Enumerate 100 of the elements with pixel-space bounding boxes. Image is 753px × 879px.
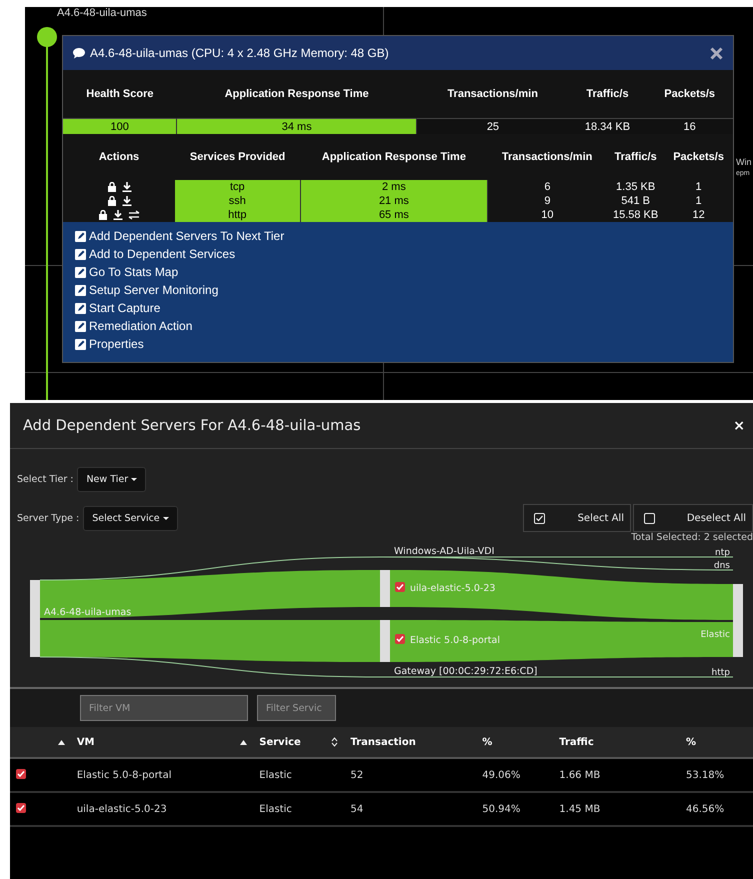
download-icon[interactable] bbox=[122, 196, 132, 206]
checkbox[interactable] bbox=[534, 512, 545, 524]
filter-field[interactable]: Filter VM bbox=[80, 695, 248, 721]
service-dropdown[interactable]: Select Service bbox=[83, 506, 178, 530]
menu-item[interactable]: Add Dependent Servers To Next Tier bbox=[75, 229, 721, 244]
edit-icon bbox=[75, 285, 86, 296]
table-cell: 6 bbox=[488, 180, 607, 194]
node-label: Elastic 5.0-8-portal bbox=[410, 635, 500, 646]
lock-icon[interactable] bbox=[106, 182, 116, 192]
table-cell-text: 12 bbox=[691, 208, 706, 222]
node-label: Elastic bbox=[700, 630, 730, 640]
close-icon[interactable] bbox=[710, 46, 723, 60]
table-cell: 2 ms bbox=[300, 180, 488, 194]
field-label: Server Type : bbox=[17, 512, 80, 524]
column-header[interactable]: Service bbox=[259, 736, 301, 748]
table-cell: http bbox=[175, 208, 300, 222]
table-cell-text: 541 B bbox=[620, 194, 651, 208]
table-cell: 100 bbox=[63, 118, 177, 134]
node-label: A4.6-48-uila-umas bbox=[44, 607, 132, 618]
table-cell: 65 ms bbox=[300, 208, 488, 222]
server-node[interactable] bbox=[37, 27, 57, 47]
edit-icon bbox=[75, 339, 86, 350]
table-cell: 1.66 MB bbox=[559, 770, 600, 780]
table-cell: ssh bbox=[175, 194, 300, 208]
table-cell: 52 bbox=[350, 770, 364, 780]
checkbox[interactable] bbox=[16, 768, 26, 778]
menu-item[interactable]: Properties bbox=[75, 337, 721, 352]
table-cell: 50.94% bbox=[482, 804, 520, 814]
menu-item[interactable]: Remediation Action bbox=[75, 319, 721, 334]
column-header: Packets/s bbox=[646, 70, 733, 118]
menu-item[interactable]: Setup Server Monitoring bbox=[75, 283, 721, 298]
column-header[interactable]: Traffic bbox=[559, 736, 594, 748]
table-cell-text: 15.58 KB bbox=[612, 208, 660, 222]
table-cell: Elastic bbox=[259, 770, 292, 780]
checkbox[interactable] bbox=[644, 512, 655, 524]
column-header: Traffic/s bbox=[614, 150, 658, 165]
node-label: ntp bbox=[715, 548, 730, 558]
node-label: dns bbox=[714, 561, 730, 571]
transfer-icon[interactable] bbox=[128, 210, 140, 220]
download-icon[interactable] bbox=[122, 182, 132, 192]
column-header[interactable]: VM bbox=[76, 736, 95, 748]
download-icon[interactable] bbox=[113, 210, 123, 220]
table-cell: 54 bbox=[350, 804, 364, 814]
selection-count: Total Selected: 2 selected bbox=[630, 532, 753, 543]
edit-icon bbox=[75, 231, 86, 242]
column-header: Packets/s bbox=[672, 150, 725, 165]
popup-title: A4.6-48-uila-umas (CPU: 4 x 2.48 GHz Memory: 48 GB) bbox=[90, 46, 390, 60]
column-header: Services Provided bbox=[175, 134, 300, 180]
checkbox[interactable] bbox=[395, 582, 405, 592]
deselect-all-button[interactable]: Deselect All bbox=[633, 504, 753, 532]
table-cell: 46.56% bbox=[686, 804, 724, 814]
table-cell: uila-elastic-5.0-23 bbox=[76, 804, 167, 814]
select-all-button[interactable]: Select All bbox=[523, 504, 631, 532]
column-header[interactable]: % bbox=[686, 736, 696, 748]
table-cell-text: 1 bbox=[694, 194, 703, 208]
node-label: uila-elastic-5.0-23 bbox=[410, 583, 496, 594]
table-cell: 34 ms bbox=[176, 118, 417, 134]
table-cell: 9 bbox=[488, 194, 607, 208]
table-cell: Elastic bbox=[259, 804, 292, 814]
column-header: Application Response Time bbox=[300, 134, 488, 180]
checkbox[interactable] bbox=[395, 634, 405, 644]
table-cell: 49.06% bbox=[482, 770, 520, 780]
table-cell: 21 ms bbox=[300, 194, 488, 208]
sort-icon[interactable] bbox=[331, 737, 338, 747]
column-header: Health Score bbox=[63, 70, 177, 118]
column-header: Transactions/min bbox=[416, 70, 569, 118]
edit-icon bbox=[75, 267, 86, 278]
column-header: Actions bbox=[63, 134, 175, 180]
menu-item[interactable]: Add to Dependent Services bbox=[75, 247, 721, 262]
tier-dropdown[interactable]: New Tier bbox=[77, 467, 146, 492]
close-button[interactable]: × bbox=[733, 418, 745, 434]
edit-icon bbox=[75, 321, 86, 332]
edit-icon bbox=[75, 303, 86, 314]
table-cell-text: 1.35 KB bbox=[615, 180, 656, 194]
menu-item[interactable]: Start Capture bbox=[75, 301, 721, 316]
checkbox[interactable] bbox=[16, 802, 26, 812]
table-cell: 53.18% bbox=[686, 770, 724, 780]
edit-icon bbox=[75, 249, 86, 260]
node-label: Windows-AD-Uila-VDI bbox=[394, 547, 494, 557]
node-label: Gateway [00:0C:29:72:E6:CD] bbox=[394, 666, 538, 677]
filter-field[interactable]: Filter Servic bbox=[257, 695, 336, 721]
sort-icon[interactable] bbox=[240, 740, 248, 744]
column-header: Application Response Time bbox=[176, 70, 417, 118]
column-header: Transactions/min bbox=[488, 134, 607, 180]
table-cell: 1.45 MB bbox=[559, 804, 600, 814]
chat-icon bbox=[73, 48, 85, 58]
sort-icon[interactable] bbox=[58, 740, 65, 744]
lock-icon[interactable] bbox=[98, 210, 108, 220]
table-cell: 10 bbox=[488, 208, 607, 222]
table-cell: 25 bbox=[416, 118, 569, 134]
table-cell: tcp bbox=[175, 180, 300, 194]
menu-item[interactable]: Go To Stats Map bbox=[75, 265, 721, 280]
lock-icon[interactable] bbox=[106, 196, 116, 206]
field-label: Select Tier : bbox=[17, 474, 74, 485]
node-label: http bbox=[712, 668, 730, 678]
column-header[interactable]: % bbox=[482, 736, 492, 748]
node-label: A4.6-48-uila-umas bbox=[57, 7, 147, 19]
column-header[interactable]: Transaction bbox=[350, 736, 416, 748]
dialog-title: Add Dependent Servers For A4.6-48-uila-umas bbox=[23, 418, 362, 434]
table-cell: Elastic 5.0-8-portal bbox=[76, 770, 172, 780]
